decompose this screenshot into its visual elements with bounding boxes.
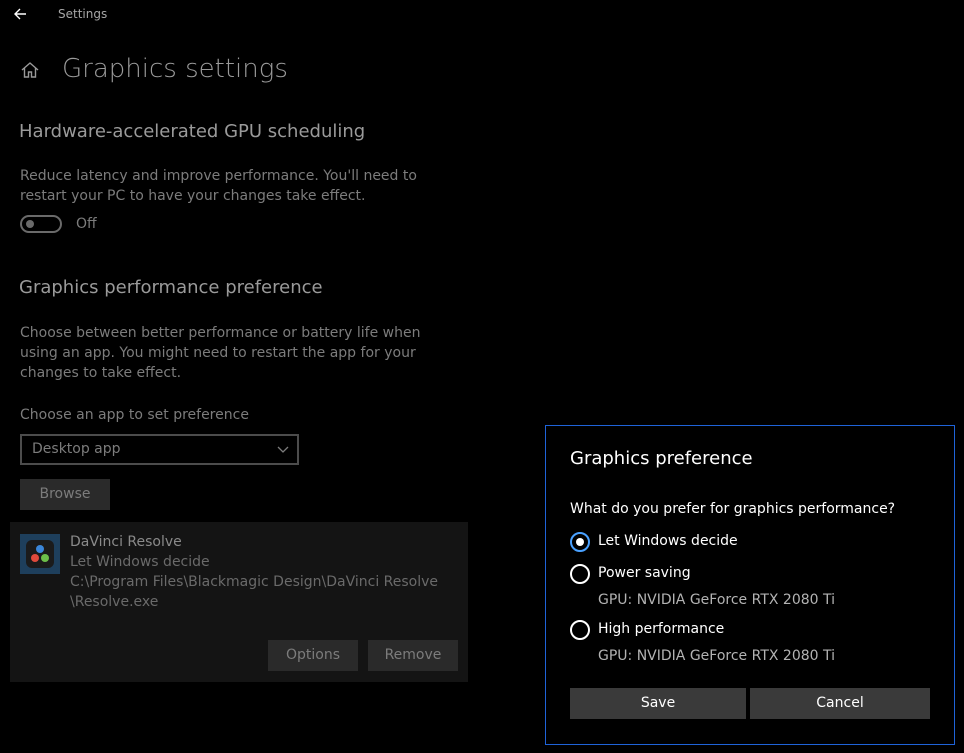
radio-button-selected[interactable] — [570, 532, 590, 552]
cancel-button[interactable]: Cancel — [750, 688, 930, 719]
save-button[interactable]: Save — [570, 688, 746, 719]
toggle-knob — [26, 220, 34, 228]
dialog-question: What do you prefer for graphics performa… — [570, 501, 896, 517]
app-path: C:\Program Files\Blackmagic Design\DaVin… — [70, 574, 439, 590]
dropdown-value: Desktop app — [32, 441, 121, 457]
radio-label: Power saving — [598, 565, 691, 581]
app-path-continued: \Resolve.exe — [70, 594, 159, 610]
back-arrow-icon — [14, 8, 26, 20]
performance-preference-description: Choose between better performance or bat… — [20, 325, 421, 381]
app-preference: Let Windows decide — [70, 554, 210, 570]
options-button[interactable]: Options — [268, 640, 358, 671]
page-title: Graphics settings — [62, 54, 288, 84]
gpu-scheduling-heading: Hardware-accelerated GPU scheduling — [19, 121, 366, 142]
davinci-resolve-icon — [20, 534, 60, 574]
power-saving-gpu: GPU: NVIDIA GeForce RTX 2080 Ti — [598, 592, 836, 608]
app-list-item[interactable]: DaVinci Resolve Let Windows decide C:\Pr… — [10, 522, 468, 682]
window-title: Settings — [58, 7, 108, 21]
radio-button[interactable] — [570, 620, 590, 640]
graphics-preference-dialog: Graphics preference What do you prefer f… — [545, 425, 955, 745]
choose-app-label: Choose an app to set preference — [20, 407, 249, 423]
radio-button[interactable] — [570, 564, 590, 584]
chevron-down-icon — [277, 446, 289, 453]
app-name: DaVinci Resolve — [70, 534, 182, 550]
radio-label: High performance — [598, 621, 725, 637]
remove-button[interactable]: Remove — [368, 640, 458, 671]
back-button[interactable] — [8, 2, 34, 26]
radio-label: Let Windows decide — [598, 533, 738, 549]
gpu-scheduling-toggle[interactable] — [20, 215, 62, 233]
gpu-scheduling-description: Reduce latency and improve performance. … — [20, 168, 417, 204]
app-type-dropdown[interactable]: Desktop app — [20, 434, 299, 465]
dialog-title: Graphics preference — [570, 448, 753, 469]
home-icon — [20, 60, 40, 80]
browse-button[interactable]: Browse — [20, 479, 110, 510]
high-performance-gpu: GPU: NVIDIA GeForce RTX 2080 Ti — [598, 648, 836, 664]
toggle-state-label: Off — [76, 216, 97, 232]
performance-preference-heading: Graphics performance preference — [19, 277, 323, 298]
